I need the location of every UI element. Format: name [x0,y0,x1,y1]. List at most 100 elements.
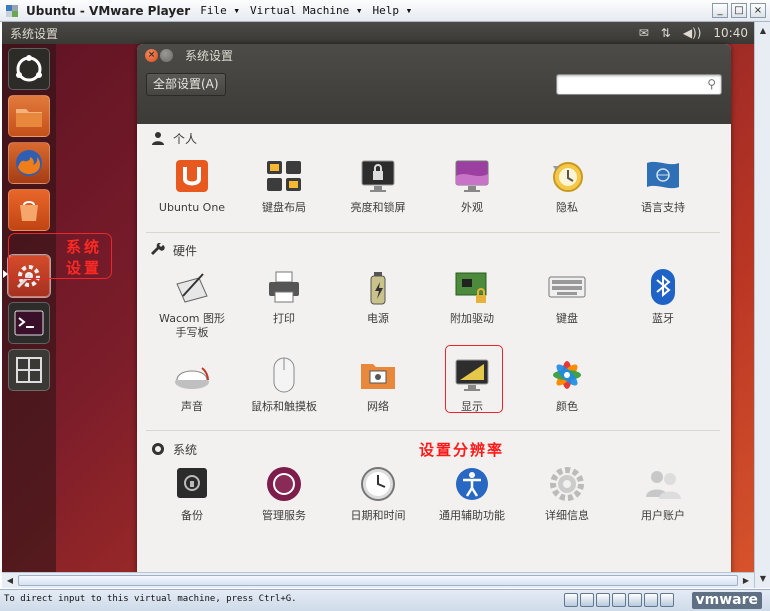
item-manage-services[interactable]: 管理服务 [238,464,330,523]
floppy-icon[interactable] [596,593,610,607]
settings-header: × 系统设置 全部设置(A) ⚲ [137,44,731,124]
mouse-icon [264,355,304,395]
item-network[interactable]: 网络 [332,355,424,414]
item-label: 日期和时间 [350,509,406,522]
menu-file[interactable]: File ▾ [200,4,240,17]
item-mouse-touchpad[interactable]: 鼠标和触摸板 [238,355,330,414]
top-panel: 系统设置 ✉ ⇅ ◀)) 10:40 [2,22,754,44]
item-ubuntu-one[interactable]: Ubuntu One [146,156,238,215]
maximize-button[interactable]: □ [731,3,747,18]
section-title-hardware: 硬件 [173,243,198,258]
close-button[interactable]: × [750,3,766,18]
item-backup[interactable]: 备份 [146,464,238,523]
item-additional-drivers[interactable]: 附加驱动 [426,267,518,326]
network-icon[interactable]: ⇅ [661,26,671,40]
speaker-icon [172,355,212,395]
accessibility-icon [452,464,492,504]
item-label: 语言支持 [641,201,685,214]
item-label: 网络 [367,400,389,413]
display-highlight-box [445,345,503,413]
safe-icon [172,464,212,504]
harddisk-icon[interactable] [564,593,578,607]
item-label: 声音 [181,400,203,413]
scroll-right-arrow-icon[interactable]: ▶ [739,574,753,587]
software-center-icon[interactable] [8,189,50,231]
section-system: 系统 [151,440,197,458]
usb-icon[interactable] [628,593,642,607]
terminal-icon[interactable] [8,302,50,344]
item-label: 附加驱动 [450,312,494,325]
item-printer[interactable]: 打印 [238,267,330,326]
settings-title: 系统设置 [185,49,234,63]
details-gear-icon [547,464,587,504]
section-personal: 个人 [151,129,197,147]
dash-home-icon[interactable] [8,48,50,90]
clock[interactable]: 10:40 [713,26,748,40]
divider [146,430,720,431]
ubuntu-one-icon [172,156,212,196]
window-minimize-button[interactable] [160,49,173,62]
wrench-icon [151,243,165,255]
firefox-icon[interactable] [8,142,50,184]
minimize-button[interactable]: _ [712,3,728,18]
status-message: To direct input to this virtual machine,… [4,594,297,604]
guest-screen[interactable]: 系统设置 ✉ ⇅ ◀)) 10:40 系统 设置 × 系统设置 全部设置(A) … [2,22,754,572]
files-icon[interactable] [8,95,50,137]
scroll-left-arrow-icon[interactable]: ◀ [3,574,17,587]
all-settings-button[interactable]: 全部设置(A) [146,73,226,96]
item-bluetooth[interactable]: 蓝牙 [617,267,709,326]
workspace-switcher-icon[interactable] [8,349,50,391]
item-wacom-tablet[interactable]: Wacom 图形 手写板 [146,267,238,340]
item-label: 通用辅助功能 [439,509,505,522]
menu-virtual-machine[interactable]: Virtual Machine ▾ [250,4,363,17]
device-icons [564,593,674,607]
color-flower-icon [547,355,587,395]
item-details[interactable]: 详细信息 [521,464,613,523]
appearance-icon [452,156,492,196]
item-label: 鼠标和触摸板 [251,400,317,413]
item-label: Wacom 图形 手写板 [159,312,225,339]
network-folder-icon [358,355,398,395]
item-color[interactable]: 颜色 [521,355,613,414]
divider [146,232,720,233]
item-label: 外观 [461,201,483,214]
vertical-scrollbar[interactable]: ▲ ▼ [754,22,770,588]
lock-screen-icon [358,156,398,196]
horizontal-scrollbar[interactable]: ◀ ▶ [2,572,754,588]
network-adapter-icon[interactable] [612,593,626,607]
section-title-system: 系统 [173,442,198,457]
scroll-up-arrow-icon[interactable]: ▲ [756,24,770,37]
item-user-accounts[interactable]: 用户账户 [617,464,709,523]
item-label: 打印 [273,312,295,325]
launcher [2,44,56,572]
sound-card-icon[interactable] [644,593,658,607]
item-appearance[interactable]: 外观 [426,156,518,215]
window-close-button[interactable]: × [145,49,158,62]
scroll-down-arrow-icon[interactable]: ▼ [756,572,770,585]
item-keyboard-layout[interactable]: 键盘布局 [238,156,330,215]
horizontal-scroll-thumb[interactable] [18,575,738,586]
item-language-support[interactable]: 语言支持 [617,156,709,215]
search-icon: ⚲ [707,77,716,91]
item-sound[interactable]: 声音 [146,355,238,414]
window-title: Ubuntu - VMware Player [26,3,191,18]
menu-help[interactable]: Help ▾ [373,4,413,17]
mail-icon[interactable]: ✉ [639,26,649,40]
clock-icon [358,464,398,504]
printer-device-icon[interactable] [660,593,674,607]
item-date-time[interactable]: 日期和时间 [332,464,424,523]
privacy-icon [547,156,587,196]
person-icon [152,132,164,145]
item-privacy[interactable]: 隐私 [521,156,613,215]
status-bar: To direct input to this virtual machine,… [0,589,770,611]
cdrom-icon[interactable] [580,593,594,607]
item-brightness-lock[interactable]: 亮度和锁屏 [332,156,424,215]
item-label: Ubuntu One [158,201,226,214]
item-power[interactable]: 电源 [332,267,424,326]
vmware-brand-logo: vmware [691,592,762,609]
item-keyboard[interactable]: 键盘 [521,267,613,326]
vmware-titlebar: Ubuntu - VMware Player File ▾ Virtual Ma… [0,0,770,22]
volume-icon[interactable]: ◀)) [683,26,702,40]
search-input[interactable]: ⚲ [556,74,722,95]
item-accessibility[interactable]: 通用辅助功能 [426,464,518,523]
